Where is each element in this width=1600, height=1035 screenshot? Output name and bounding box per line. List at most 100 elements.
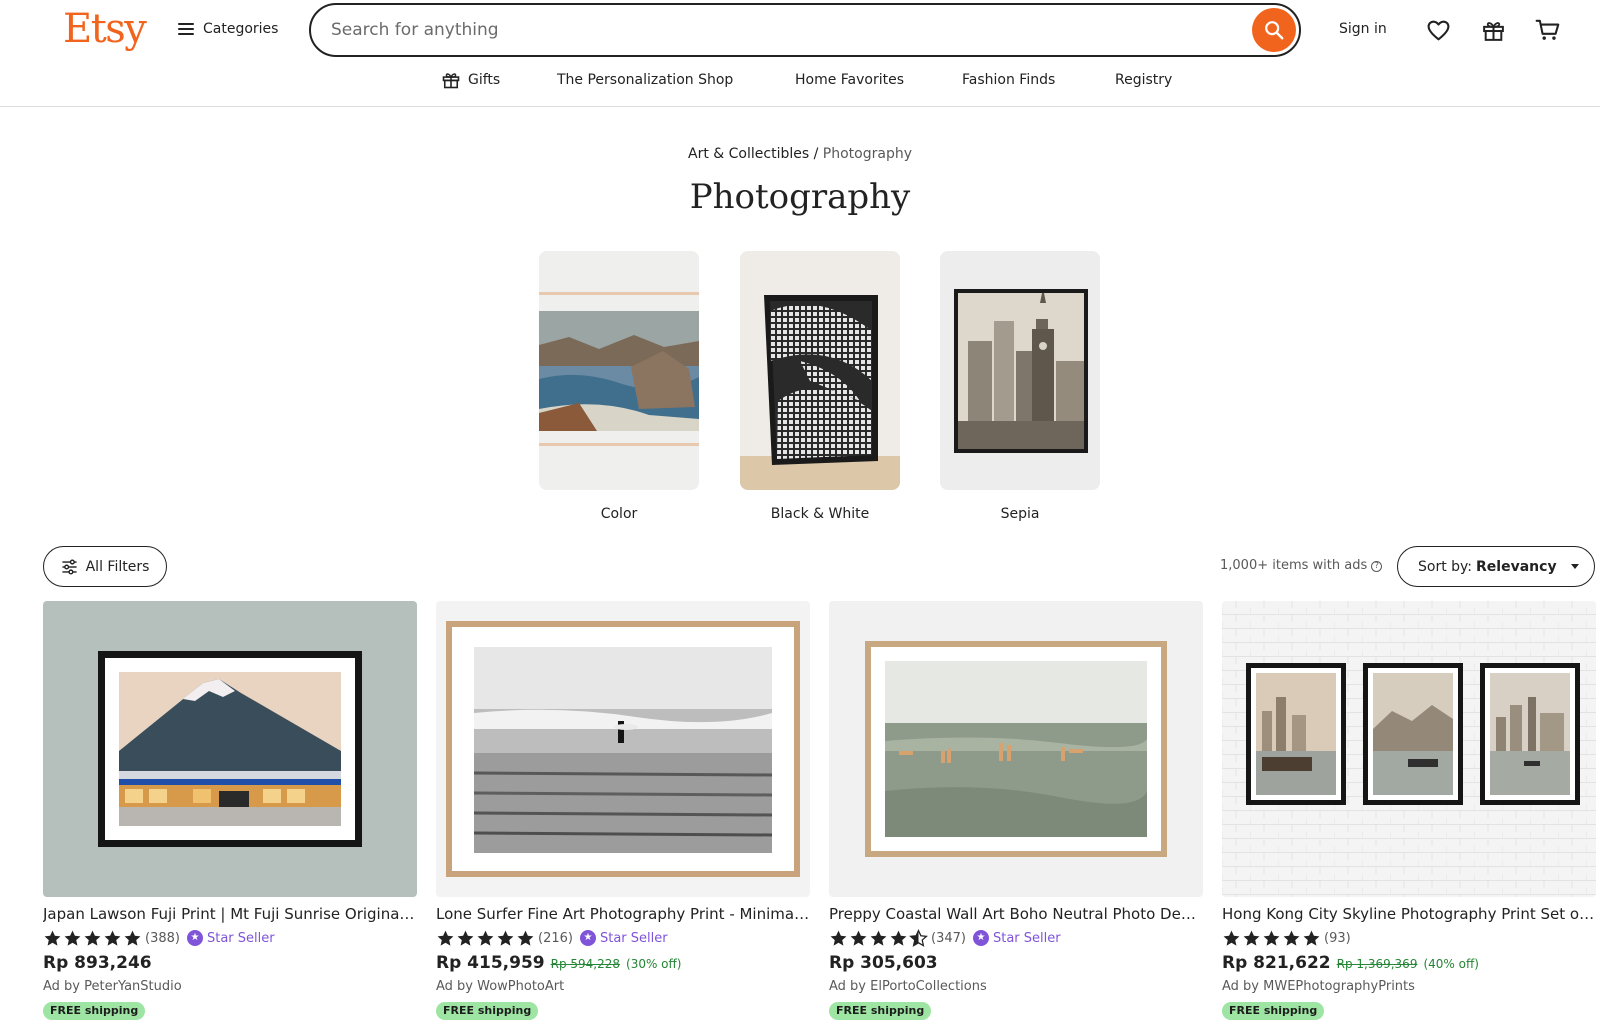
- star-rating: [436, 929, 535, 948]
- free-shipping-badge: FREE shipping: [436, 1002, 539, 1020]
- star-seller-icon: ★: [579, 930, 596, 946]
- nav-home-favorites[interactable]: Home Favorites: [795, 70, 904, 90]
- star-seller-label: Star Seller: [206, 930, 275, 946]
- star-icon: [1243, 930, 1260, 946]
- categories-button[interactable]: Categories: [178, 16, 278, 42]
- listing-shop[interactable]: Ad by WowPhotoArt: [436, 978, 810, 996]
- subcategory-sepia-image: [940, 251, 1100, 490]
- listing-price: Rp 415,959: [436, 953, 545, 973]
- original-price: Rp 1,369,369: [1336, 957, 1418, 971]
- favorites-button[interactable]: [1424, 16, 1452, 44]
- subcategory-color-image: [539, 251, 699, 490]
- review-count: (388): [145, 930, 180, 946]
- star-icon: [830, 930, 847, 946]
- category-nav: Gifts The Personalization Shop Home Favo…: [0, 66, 1600, 96]
- price-row: Rp 893,246: [43, 953, 417, 973]
- page-title: Photography: [689, 177, 911, 217]
- listing-image[interactable]: [1222, 601, 1596, 897]
- star-icon: [890, 930, 907, 946]
- breadcrumb-parent[interactable]: Art & Collectibles: [688, 146, 809, 162]
- search-bar: [309, 3, 1301, 57]
- star-icon: [497, 930, 514, 946]
- breadcrumb: Art & Collectibles / Photography: [0, 144, 1600, 164]
- heart-icon: [1427, 20, 1449, 40]
- cart-button[interactable]: [1534, 16, 1562, 44]
- star-icon: [124, 930, 141, 946]
- listing-title[interactable]: Lone Surfer Fine Art Photography Print -…: [436, 904, 810, 924]
- star-icon: [477, 930, 494, 946]
- star-icon: [1263, 930, 1280, 946]
- star-rating: [43, 929, 142, 948]
- nav-fashion-finds[interactable]: Fashion Finds: [962, 70, 1055, 90]
- sign-in-link[interactable]: Sign in: [1339, 18, 1387, 40]
- nav-gifts[interactable]: Gifts: [441, 70, 500, 90]
- sort-value: Relevancy: [1476, 558, 1557, 575]
- all-filters-button[interactable]: All Filters: [43, 546, 167, 587]
- star-seller-label: Star Seller: [599, 930, 668, 946]
- free-shipping-badge: FREE shipping: [1222, 1002, 1325, 1020]
- search-icon: [1265, 21, 1284, 40]
- listing-card[interactable]: Lone Surfer Fine Art Photography Print -…: [436, 601, 810, 1020]
- star-icon: [1223, 930, 1240, 946]
- star-seller-badge: ★ Star Seller: [972, 930, 1061, 946]
- star-half-icon: [909, 928, 928, 947]
- star-seller-badge: ★ Star Seller: [186, 930, 275, 946]
- all-filters-label: All Filters: [85, 558, 150, 575]
- menu-icon: [178, 23, 194, 35]
- nav-registry[interactable]: Registry: [1115, 70, 1172, 90]
- search-button[interactable]: [1252, 8, 1296, 52]
- listing-price: Rp 305,603: [829, 953, 938, 973]
- subcategory-sepia[interactable]: Sepia: [940, 251, 1100, 524]
- star-icon: [850, 930, 867, 946]
- star-seller-label: Star Seller: [992, 930, 1061, 946]
- etsy-logo[interactable]: Etsy: [63, 4, 147, 54]
- price-row: Rp 821,622 Rp 1,369,369 (40% off): [1222, 953, 1596, 973]
- listing-card[interactable]: Japan Lawson Fuji Print | Mt Fuji Sunris…: [43, 601, 417, 1020]
- subcategory-sepia-label: Sepia: [1000, 506, 1040, 522]
- sort-dropdown[interactable]: Sort by: Relevancy: [1397, 546, 1595, 587]
- star-icon: [44, 930, 61, 946]
- star-rating: [1222, 929, 1321, 948]
- star-seller-icon: ★: [186, 930, 203, 946]
- star-icon: [517, 930, 534, 946]
- star-icon: [870, 930, 887, 946]
- listing-image[interactable]: [829, 601, 1203, 897]
- listing-title[interactable]: Hong Kong City Skyline Photography Print…: [1222, 904, 1596, 924]
- gift-icon: [442, 73, 460, 89]
- breadcrumb-current: Photography: [822, 146, 912, 162]
- review-count: (347): [931, 930, 966, 946]
- subcategory-black-white[interactable]: Black & White: [740, 251, 900, 524]
- rating-row: (388) ★ Star Seller: [43, 928, 417, 948]
- listing-price: Rp 821,622: [1222, 953, 1331, 973]
- star-seller-icon: ★: [972, 930, 989, 946]
- results-count: 1,000+ items with ads ?: [1220, 556, 1383, 576]
- discount-label: (40% off): [1423, 957, 1479, 971]
- subcategory-black-white-image: [740, 251, 900, 490]
- listing-card[interactable]: Hong Kong City Skyline Photography Print…: [1222, 601, 1596, 1020]
- star-icon: [64, 930, 81, 946]
- star-icon: [104, 930, 121, 946]
- subcategory-black-white-label: Black & White: [770, 506, 870, 522]
- sort-label: Sort by:: [1418, 558, 1473, 575]
- search-input[interactable]: [311, 7, 1252, 53]
- breadcrumb-separator: /: [813, 146, 819, 162]
- listing-image[interactable]: [436, 601, 810, 897]
- star-rating: [829, 928, 928, 948]
- star-icon: [84, 930, 101, 946]
- listing-shop[interactable]: Ad by MWEPhotographyPrints: [1222, 978, 1596, 996]
- question-icon[interactable]: ?: [1371, 560, 1383, 572]
- listing-shop[interactable]: Ad by ElPortoCollections: [829, 978, 1203, 996]
- caret-down-icon: [1570, 564, 1579, 569]
- listing-title[interactable]: Preppy Coastal Wall Art Boho Neutral Pho…: [829, 904, 1203, 924]
- listing-image[interactable]: [43, 601, 417, 897]
- subcategory-color[interactable]: Color: [539, 251, 699, 524]
- price-row: Rp 305,603: [829, 953, 1203, 973]
- listing-title[interactable]: Japan Lawson Fuji Print | Mt Fuji Sunris…: [43, 904, 417, 924]
- free-shipping-badge: FREE shipping: [829, 1002, 932, 1020]
- listing-card[interactable]: Preppy Coastal Wall Art Boho Neutral Pho…: [829, 601, 1203, 1020]
- nav-personalization-shop[interactable]: The Personalization Shop: [557, 70, 733, 90]
- gift-button[interactable]: [1479, 16, 1507, 44]
- site-header: Etsy Categories Sign in: [0, 0, 1600, 107]
- cart-icon: [1535, 19, 1560, 40]
- listing-shop[interactable]: Ad by PeterYanStudio: [43, 978, 417, 996]
